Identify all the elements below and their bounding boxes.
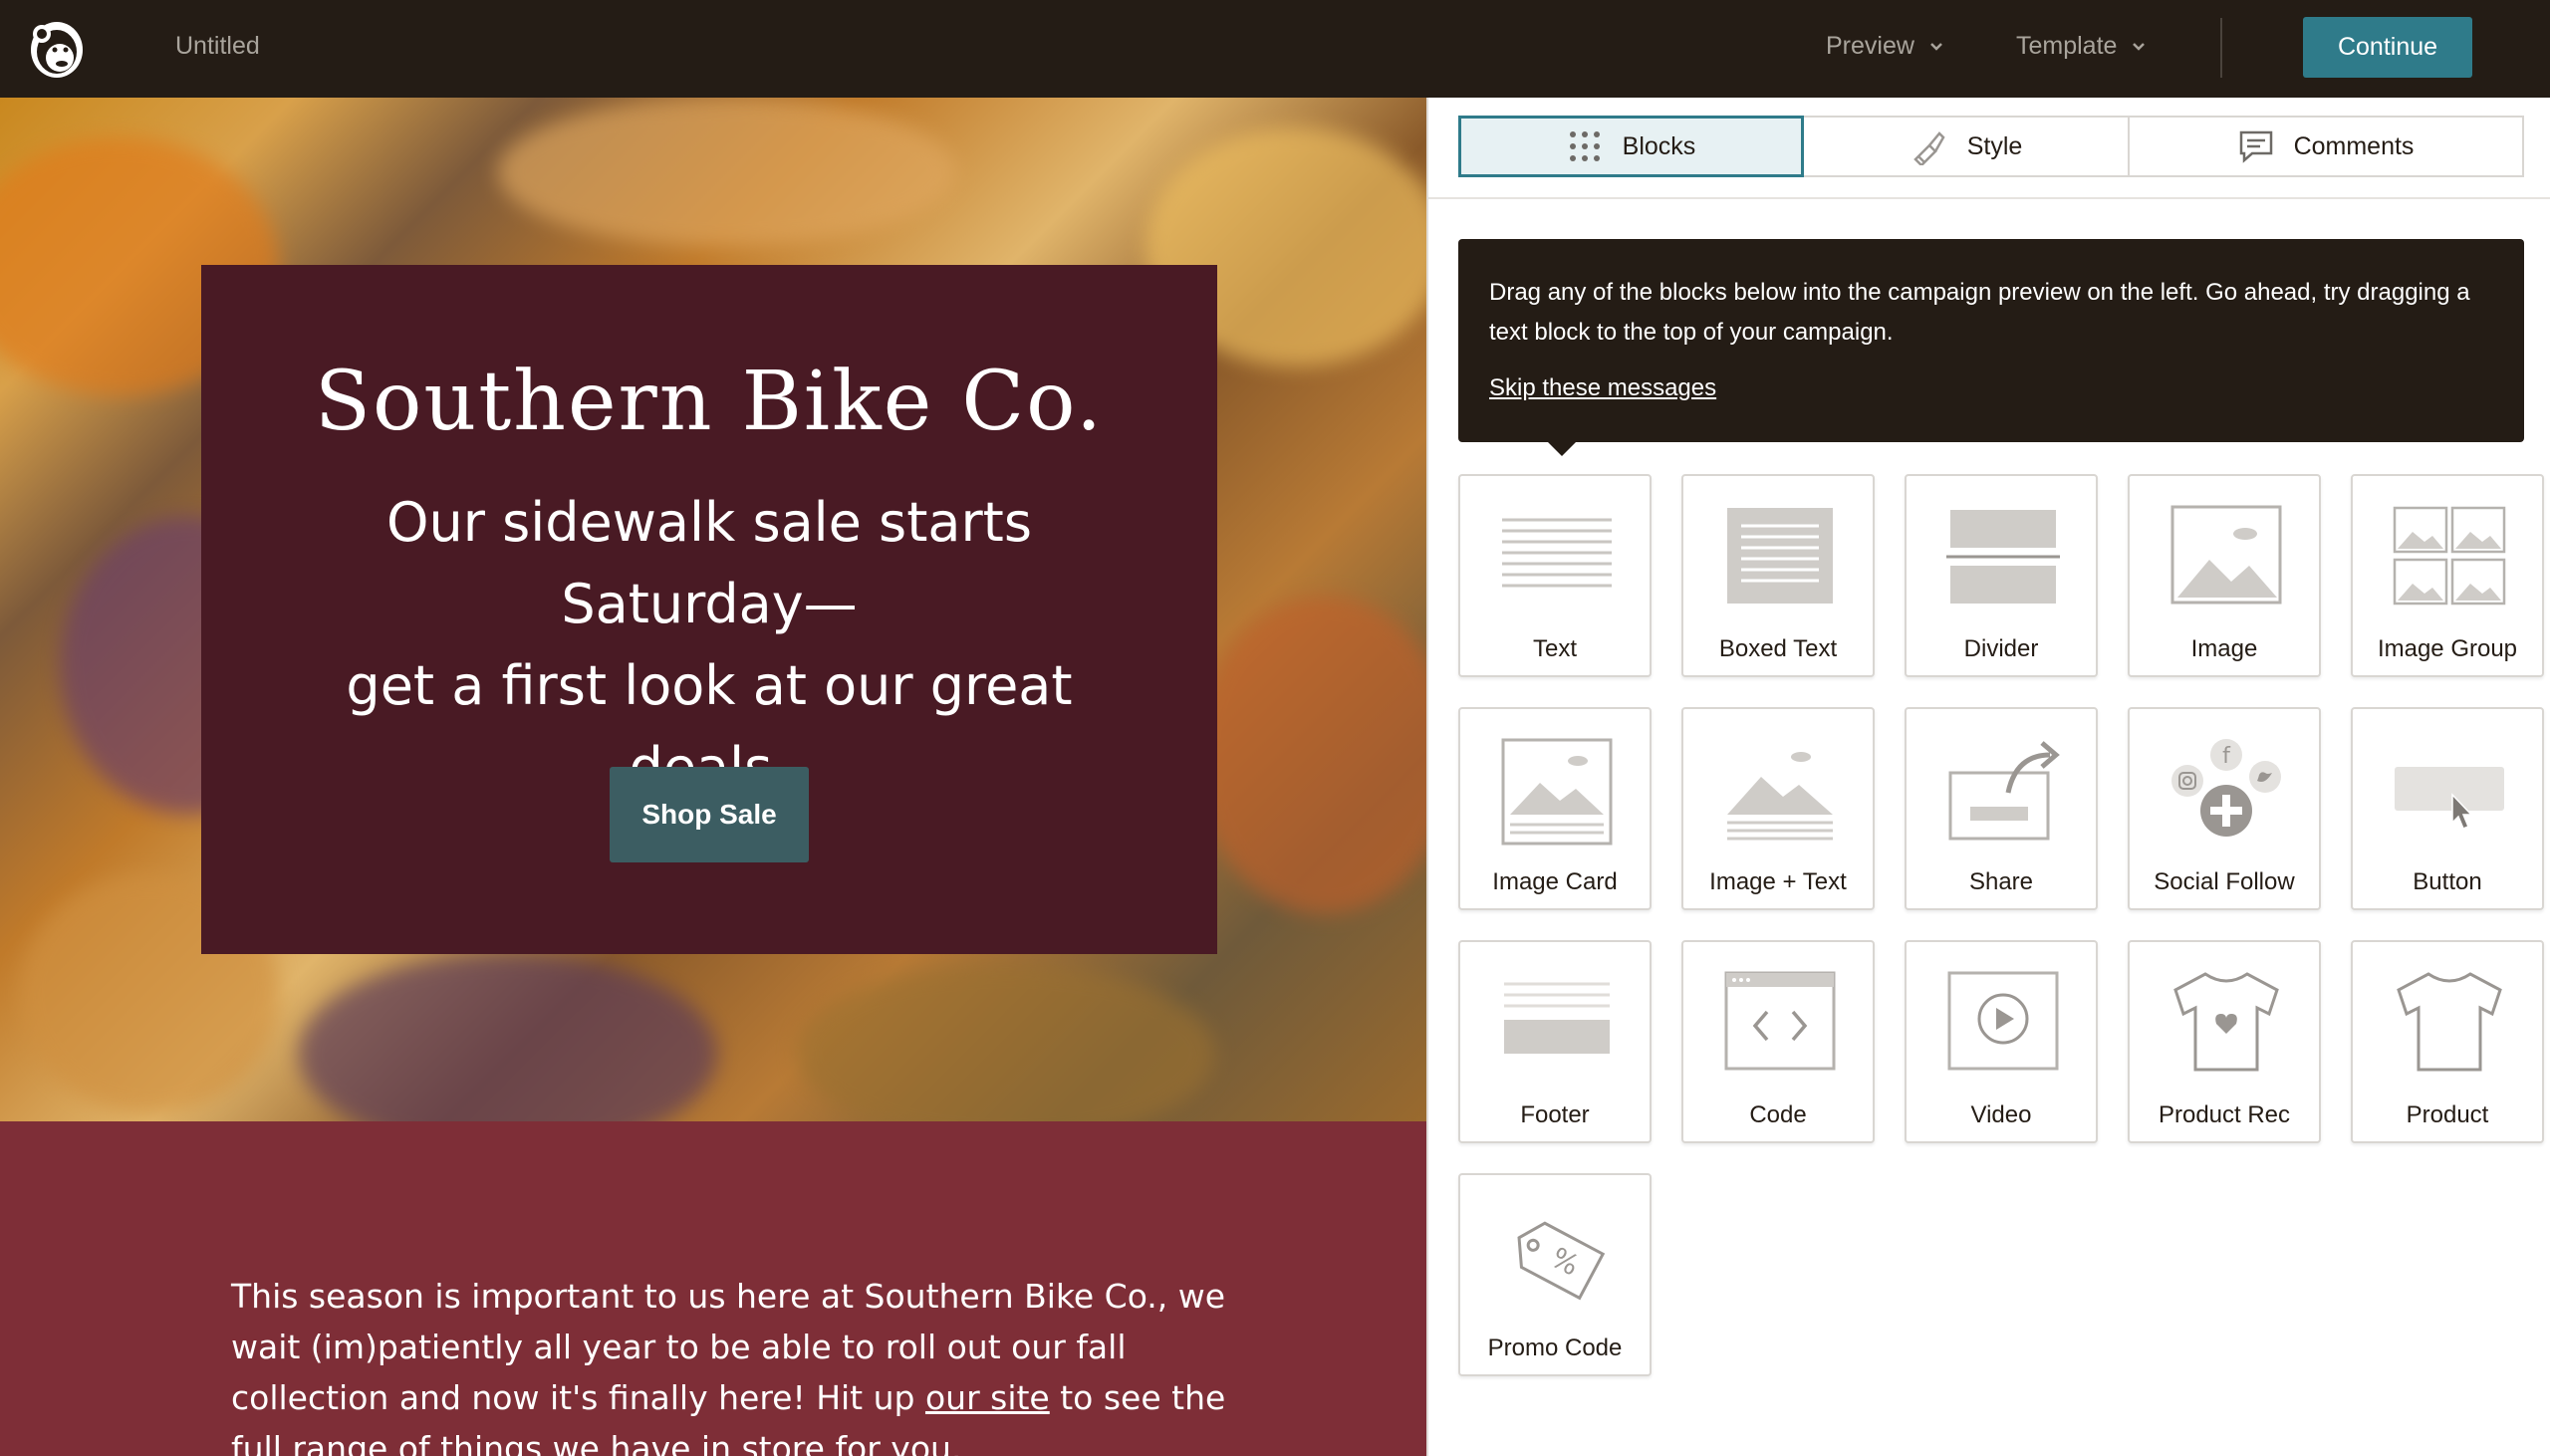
block-label: Product — [2406, 1101, 2489, 1128]
tabs-divider — [1428, 197, 2550, 199]
hero-background-image: Southern Bike Co. Our sidewalk sale star… — [0, 98, 1426, 1121]
social-follow-icon: f — [2171, 739, 2281, 837]
block-product[interactable]: Product — [2351, 940, 2544, 1143]
continue-button[interactable]: Continue — [2303, 17, 2472, 78]
block-code[interactable]: Code — [1681, 940, 1875, 1143]
content-sidebar: Blocks Style Comments Drag any of the bl… — [1426, 98, 2550, 1456]
brand-heading: Southern Bike Co. — [314, 355, 1105, 449]
block-footer[interactable]: Footer — [1458, 940, 1652, 1143]
block-image-group[interactable]: Image Group — [2351, 474, 2544, 677]
top-bar: Untitled Preview Template Continue — [0, 0, 2550, 98]
block-image[interactable]: Image — [2128, 474, 2321, 677]
tip-pointer — [1546, 440, 1578, 456]
block-label: Code — [1749, 1101, 1807, 1128]
block-label: Text — [1532, 635, 1577, 662]
tip-message: Drag any of the blocks below into the ca… — [1458, 239, 2524, 456]
grid-icon — [1569, 131, 1600, 161]
svg-text:%: % — [1546, 1241, 1585, 1283]
block-label: Image — [2190, 635, 2258, 662]
tagline-line-1: Our sidewalk sale starts Saturday— — [386, 491, 1032, 635]
svg-text:f: f — [2222, 744, 2231, 769]
template-menu-label: Template — [2016, 32, 2118, 60]
tab-comments[interactable]: Comments — [2130, 116, 2524, 177]
divider-icon — [1946, 510, 2060, 604]
chevron-down-icon — [2133, 42, 2146, 51]
block-label: Promo Code — [1487, 1335, 1623, 1361]
tab-blocks[interactable]: Blocks — [1458, 116, 1804, 177]
hero-card: Southern Bike Co. Our sidewalk sale star… — [201, 265, 1217, 954]
block-label: Video — [1970, 1101, 2032, 1128]
block-label: Divider — [1963, 635, 2039, 662]
block-label: Footer — [1520, 1101, 1590, 1128]
our-site-link[interactable]: our site — [925, 1378, 1050, 1417]
block-label: Share — [1968, 868, 2034, 895]
header-divider — [2220, 18, 2222, 78]
block-video[interactable]: Video — [1905, 940, 2098, 1143]
block-image-card[interactable]: Image Card — [1458, 707, 1652, 910]
paintbrush-icon — [1912, 131, 1945, 165]
block-boxed-text[interactable]: Boxed Text — [1681, 474, 1875, 677]
tip-text: Drag any of the blocks below into the ca… — [1489, 279, 2470, 346]
block-button[interactable]: Button — [2351, 707, 2544, 910]
skip-messages-link[interactable]: Skip these messages — [1489, 374, 1716, 402]
block-divider[interactable]: Divider — [1905, 474, 2098, 677]
image-group-icon — [2393, 506, 2506, 606]
video-icon — [1947, 971, 2059, 1071]
template-menu[interactable]: Template — [2016, 32, 2147, 61]
block-text[interactable]: Text — [1458, 474, 1652, 677]
sidebar-tabs: Blocks Style Comments — [1458, 116, 2524, 177]
image-text-icon — [1727, 752, 1833, 841]
footer-icon — [1504, 982, 1610, 1054]
shop-sale-button[interactable]: Shop Sale — [610, 767, 809, 862]
boxed-text-icon — [1727, 508, 1833, 604]
button-icon — [2395, 767, 2504, 830]
code-icon — [1724, 971, 1836, 1071]
body-paragraph: This season is important to us here at S… — [231, 1271, 1227, 1456]
mailchimp-logo-icon[interactable] — [24, 14, 90, 82]
block-share[interactable]: Share — [1905, 707, 2098, 910]
block-label: Boxed Text — [1718, 635, 1838, 662]
block-social-follow[interactable]: f Social Follow — [2128, 707, 2321, 910]
share-icon — [1948, 741, 2060, 841]
product-rec-icon — [2173, 972, 2279, 1072]
text-icon — [1502, 518, 1612, 588]
chevron-down-icon — [1930, 42, 1942, 51]
block-label: Image Group — [2377, 635, 2518, 662]
image-icon — [2170, 505, 2282, 605]
block-image-text[interactable]: Image + Text — [1681, 707, 1875, 910]
block-promo-code[interactable]: % Promo Code — [1458, 1173, 1652, 1376]
tab-comments-label: Comments — [2293, 131, 2415, 160]
product-icon — [2397, 972, 2502, 1072]
body-section: This season is important to us here at S… — [0, 1121, 1426, 1456]
block-label: Social Follow — [2154, 868, 2295, 895]
block-label: Image + Text — [1709, 868, 1847, 895]
block-label: Image Card — [1492, 868, 1618, 895]
comment-icon — [2239, 130, 2272, 163]
campaign-preview[interactable]: Southern Bike Co. Our sidewalk sale star… — [0, 98, 1426, 1456]
tab-style-label: Style — [1966, 131, 2023, 160]
block-label: Button — [2413, 868, 2482, 895]
preview-menu-label: Preview — [1826, 32, 1914, 60]
block-label: Product Rec — [2158, 1101, 2291, 1128]
image-card-icon — [1501, 738, 1613, 846]
preview-menu[interactable]: Preview — [1826, 32, 1944, 61]
campaign-title[interactable]: Untitled — [175, 32, 260, 61]
tab-blocks-label: Blocks — [1622, 131, 1696, 160]
promo-code-icon: % — [1517, 1221, 1606, 1301]
tab-style[interactable]: Style — [1804, 116, 2130, 177]
hero-tagline: Our sidewalk sale starts Saturday— get a… — [261, 482, 1157, 809]
block-product-rec[interactable]: Product Rec — [2128, 940, 2321, 1143]
